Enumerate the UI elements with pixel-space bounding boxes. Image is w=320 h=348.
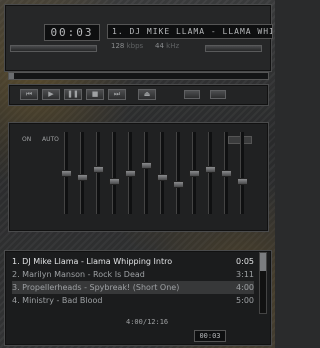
prev-button[interactable]: ⏮ xyxy=(20,89,38,100)
eq-band-slider[interactable] xyxy=(173,132,184,214)
eq-band-slider[interactable] xyxy=(141,132,152,214)
playlist-item[interactable]: 3. Propellerheads - Spybreak! (Short One… xyxy=(12,281,254,294)
eq-band-slider[interactable] xyxy=(237,132,248,214)
playlist-item-duration: 0:05 xyxy=(236,257,254,266)
bitrate-readout: 128 kbps xyxy=(111,42,143,50)
eq-band-knob[interactable] xyxy=(141,162,152,169)
bitrate-value: 128 xyxy=(111,42,125,50)
time-display[interactable]: 00:03 xyxy=(44,24,100,41)
volume-bar[interactable] xyxy=(10,45,97,52)
playlist-item[interactable]: 2. Marilyn Manson - Rock Is Dead 3:11 xyxy=(12,268,254,281)
eq-band-knob[interactable] xyxy=(173,181,184,188)
samplerate-readout: 44 kHz xyxy=(155,42,179,50)
playlist-item-title: 1. DJ Mike Llama - Llama Whipping Intro xyxy=(12,257,173,266)
eq-band-knob[interactable] xyxy=(125,170,136,177)
eq-band-slider[interactable] xyxy=(205,132,216,214)
eq-band-knob[interactable] xyxy=(93,166,104,173)
eq-band-slider[interactable] xyxy=(77,132,88,214)
shuffle-button[interactable] xyxy=(184,90,200,99)
playlist-item-duration: 5:00 xyxy=(236,296,254,305)
seek-fill xyxy=(9,73,15,79)
samplerate-value: 44 xyxy=(155,42,164,50)
balance-bar[interactable] xyxy=(205,45,262,52)
eq-band-knob[interactable] xyxy=(61,170,72,177)
eq-band-knob[interactable] xyxy=(157,174,168,181)
player-skin: 00:03 1. DJ MIKE LLAMA - LLAMA WHIPPI 12… xyxy=(0,0,275,348)
stop-button[interactable]: ■ xyxy=(86,89,104,100)
playlist-item[interactable]: 1. DJ Mike Llama - Llama Whipping Intro … xyxy=(12,255,254,268)
eq-auto-button[interactable]: AUTO xyxy=(42,136,59,143)
playlist-total-time: 4:00/12:16 xyxy=(126,318,169,326)
playlist-scroll-thumb[interactable] xyxy=(260,253,266,271)
eq-band-slider[interactable] xyxy=(109,132,120,214)
repeat-button[interactable] xyxy=(210,90,226,99)
eq-band-knob[interactable] xyxy=(221,170,232,177)
eq-on-button[interactable]: ON xyxy=(22,136,31,143)
track-title-display[interactable]: 1. DJ MIKE LLAMA - LLAMA WHIPPI xyxy=(107,24,273,39)
eq-band-knob[interactable] xyxy=(109,178,120,185)
eq-band-slider[interactable] xyxy=(157,132,168,214)
eq-band-knob[interactable] xyxy=(77,174,88,181)
eq-band-slider[interactable] xyxy=(61,132,72,214)
eq-band-knob[interactable] xyxy=(189,170,200,177)
pause-button[interactable]: ❚❚ xyxy=(64,89,82,100)
eq-band-slider[interactable] xyxy=(93,132,104,214)
playlist-mini-time: 00:03 xyxy=(194,330,226,342)
samplerate-unit: kHz xyxy=(166,42,180,50)
playlist-item-title: 2. Marilyn Manson - Rock Is Dead xyxy=(12,270,145,279)
eq-band-slider[interactable] xyxy=(125,132,136,214)
eq-band-knob[interactable] xyxy=(237,178,248,185)
eq-bands xyxy=(60,128,260,220)
playlist-scrollbar[interactable] xyxy=(259,252,267,314)
bitrate-unit: kbps xyxy=(126,42,144,50)
eq-band-knob[interactable] xyxy=(205,166,216,173)
eq-band-slider[interactable] xyxy=(189,132,200,214)
playlist-item-title: 4. Ministry - Bad Blood xyxy=(12,296,103,305)
seek-bar[interactable] xyxy=(8,72,269,80)
playlist-item-duration: 3:11 xyxy=(236,270,254,279)
playlist-item-title: 3. Propellerheads - Spybreak! (Short One… xyxy=(12,283,180,292)
eject-button[interactable]: ⏏ xyxy=(138,89,156,100)
next-button[interactable]: ⏭ xyxy=(108,89,126,100)
play-button[interactable]: ▶ xyxy=(42,89,60,100)
playlist-item[interactable]: 4. Ministry - Bad Blood 5:00 xyxy=(12,294,254,307)
playlist-item-duration: 4:00 xyxy=(236,283,254,292)
eq-band-slider[interactable] xyxy=(221,132,232,214)
